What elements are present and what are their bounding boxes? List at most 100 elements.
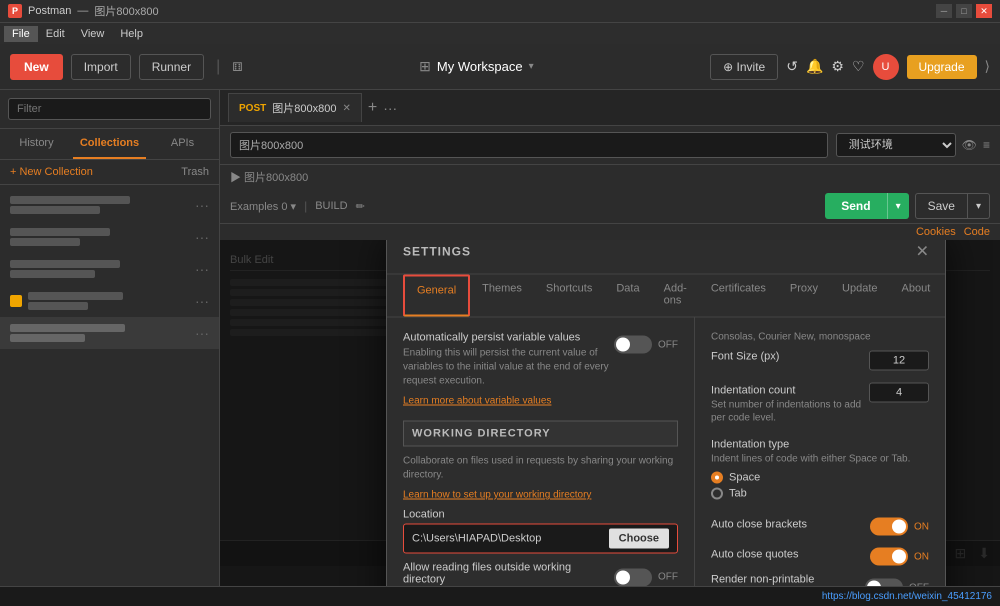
modal-close-button[interactable]: ✕	[916, 242, 929, 262]
tab-url-label: 图片800x800	[272, 100, 336, 116]
workspace-name: My Workspace	[437, 59, 523, 74]
settings-icon[interactable]: ≡	[983, 138, 990, 152]
save-button[interactable]: Save	[915, 193, 968, 219]
font-size-row: Font Size (px)	[711, 351, 929, 371]
close-button[interactable]: ✕	[976, 4, 992, 18]
request-tab[interactable]: POST 图片800x800 ✕	[228, 93, 362, 122]
send-button[interactable]: Send	[825, 193, 886, 219]
search-input[interactable]	[8, 98, 211, 120]
request-actions: 测试环境 👁 ≡	[836, 133, 990, 157]
menu-view[interactable]: View	[73, 26, 113, 42]
auto-close-brackets-toggle[interactable]: ON	[870, 518, 929, 536]
tab-data[interactable]: Data	[604, 275, 651, 317]
request-url-bar: 图片800x800 测试环境 👁 ≡	[220, 126, 1000, 165]
font-family-label: Consolas, Courier New, monospace	[711, 332, 929, 343]
menu-help[interactable]: Help	[112, 26, 151, 42]
tab-update[interactable]: Update	[830, 275, 889, 317]
collection-item[interactable]: ···	[0, 189, 219, 221]
bell-icon[interactable]: ⚙	[831, 58, 844, 75]
radio-space[interactable]: Space	[711, 472, 929, 484]
collection-dots-icon[interactable]: ···	[195, 325, 209, 341]
send-dropdown-button[interactable]: ▾	[887, 193, 909, 219]
tab-add-icon[interactable]: +	[362, 99, 383, 117]
expand-icon[interactable]: ⟩	[985, 58, 990, 75]
auto-persist-link[interactable]: Learn more about variable values	[403, 396, 551, 407]
auto-close-quotes-row: Auto close quotes ON	[711, 544, 929, 566]
env-selector[interactable]: 测试环境	[836, 133, 956, 157]
maximize-button[interactable]: □	[956, 4, 972, 18]
auto-close-quotes-label: Auto close quotes	[711, 549, 870, 561]
collection-dots-icon[interactable]: ···	[195, 261, 209, 277]
heart-icon[interactable]: ♡	[852, 58, 865, 75]
render-non-printable-label: Render non-printable characters	[711, 574, 865, 587]
title-bar-left: P Postman — 图片800x800	[8, 3, 159, 19]
collection-item[interactable]: ···	[0, 253, 219, 285]
menu-edit[interactable]: Edit	[38, 26, 73, 42]
modal-header: SETTINGS ✕	[387, 240, 945, 275]
status-url[interactable]: https://blog.csdn.net/weixin_45412176	[822, 591, 992, 602]
workspace-selector[interactable]: ⊞ My Workspace ▾	[419, 58, 534, 75]
modal-right-panel: Consolas, Courier New, monospace Font Si…	[695, 318, 945, 587]
code-link[interactable]: Code	[964, 226, 990, 238]
collection-dots-icon[interactable]: ···	[195, 229, 209, 245]
working-directory-link[interactable]: Learn how to set up your working directo…	[403, 490, 591, 501]
font-size-input[interactable]	[869, 351, 929, 371]
tab-shortcuts[interactable]: Shortcuts	[534, 275, 604, 317]
location-input[interactable]	[412, 533, 603, 545]
indentation-count-input[interactable]	[869, 383, 929, 403]
collection-item[interactable]: ···	[0, 317, 219, 349]
runner-button[interactable]: Runner	[139, 54, 204, 80]
minimize-button[interactable]: ─	[936, 4, 952, 18]
new-collection-link[interactable]: + New Collection	[10, 166, 93, 178]
location-label: Location	[403, 509, 678, 521]
invite-button[interactable]: ⊕ Invite	[710, 54, 778, 80]
collection-item[interactable]: ···	[0, 285, 219, 317]
upgrade-button[interactable]: Upgrade	[907, 55, 977, 79]
examples-button[interactable]: Examples 0 ▾	[230, 200, 296, 213]
menu-file[interactable]: File	[4, 26, 38, 42]
app-title: Postman	[28, 5, 71, 17]
tab-history[interactable]: History	[0, 129, 73, 159]
request-tabs-bar: POST 图片800x800 ✕ + ···	[220, 90, 1000, 126]
main-layout: History Collections APIs + New Collectio…	[0, 90, 1000, 586]
allow-reading-toggle[interactable]: OFF	[614, 568, 678, 586]
tab-proxy[interactable]: Proxy	[778, 275, 830, 317]
new-button[interactable]: New	[10, 54, 63, 80]
avatar[interactable]: U	[873, 54, 899, 80]
notifications-icon[interactable]: 🔔	[806, 58, 823, 75]
tab-more-icon[interactable]: ···	[383, 100, 397, 116]
collection-dots-icon[interactable]: ···	[195, 293, 209, 309]
save-button-group: Save ▾	[915, 193, 990, 219]
eye-icon[interactable]: 👁	[962, 138, 977, 152]
tab-close-icon[interactable]: ✕	[342, 103, 350, 114]
cookies-link[interactable]: Cookies	[916, 226, 956, 238]
tab-themes[interactable]: Themes	[470, 275, 534, 317]
tab-certificates[interactable]: Certificates	[699, 275, 778, 317]
window-subtitle: 图片800x800	[94, 3, 158, 19]
sidebar: History Collections APIs + New Collectio…	[0, 90, 220, 586]
sync-icon: ⚅	[232, 60, 242, 74]
save-dropdown-button[interactable]: ▾	[968, 193, 990, 219]
sync-status-icon[interactable]: ↺	[786, 58, 798, 75]
radio-tab-label: Tab	[729, 488, 747, 500]
auto-close-quotes-toggle[interactable]: ON	[870, 548, 929, 566]
tab-addons[interactable]: Add-ons	[652, 275, 699, 317]
render-non-printable-toggle[interactable]: OFF	[865, 579, 929, 587]
indentation-type-row: Indentation type Indent lines of code wi…	[711, 437, 929, 500]
collection-item[interactable]: ···	[0, 221, 219, 253]
import-button[interactable]: Import	[71, 54, 131, 80]
auto-persist-toggle[interactable]: OFF	[614, 336, 678, 354]
trash-link[interactable]: Trash	[181, 166, 209, 178]
cookies-code-bar: Cookies Code	[220, 224, 1000, 240]
tab-apis[interactable]: APIs	[146, 129, 219, 159]
tab-collections[interactable]: Collections	[73, 129, 146, 159]
tab-about[interactable]: About	[890, 275, 943, 317]
radio-tab[interactable]: Tab	[711, 488, 929, 500]
menu-bar: File Edit View Help	[0, 22, 1000, 44]
tab-general[interactable]: General	[403, 275, 470, 317]
collection-dots-icon[interactable]: ···	[195, 197, 209, 213]
choose-button[interactable]: Choose	[609, 529, 669, 549]
workspace-icon: ⊞	[419, 58, 431, 75]
edit-icon[interactable]: ✏	[356, 200, 365, 213]
build-button[interactable]: BUILD	[315, 200, 347, 212]
